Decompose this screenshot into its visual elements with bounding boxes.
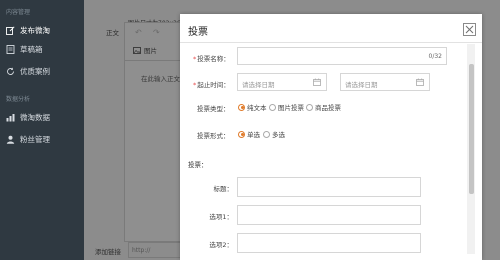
sidebar-item-data[interactable]: 微淘数据 [0,106,84,128]
form-option-multi[interactable]: 多选 [263,129,285,139]
type-option-text[interactable]: 纯文本 [238,102,267,112]
sidebar-section-data: 数据分析 [6,96,31,103]
option-1-input[interactable] [237,205,421,225]
vote-section-title: 投票： [188,161,208,169]
close-icon [465,25,474,34]
radio-unselected[interactable] [306,103,313,111]
chart-icon [6,113,15,122]
close-button[interactable] [463,23,476,36]
draft-icon [6,44,15,54]
dialog-divider [180,42,482,43]
type-option-product[interactable]: 商品投票 [306,102,341,112]
form-option-single[interactable]: 单选 [238,129,260,139]
vote-name-input[interactable]: 0/32 [237,47,447,65]
end-date-placeholder: 请选择日期 [345,81,378,89]
vote-form-label: 投票形式： [197,132,230,140]
option-2-input[interactable] [237,233,421,253]
sidebar-item-fans[interactable]: 粉丝管理 [0,128,84,150]
type-option-label: 图片投票 [278,104,304,112]
start-date-placeholder: 请选择日期 [242,81,275,89]
editor-toolbar: ↶ ↷ 图片 [125,23,181,61]
type-option-label: 商品投票 [315,104,341,112]
option-2-label: 选项2： [209,241,233,249]
undo-icon[interactable]: ↶ [135,28,142,37]
sidebar-item-label: 发布微淘 [20,25,50,35]
radio-selected[interactable] [238,130,245,138]
dialog-scrollbar-thumb[interactable] [469,64,474,194]
question-title-label: 标题： [213,185,234,193]
editor-placeholder: 在此输入正文 [141,75,180,83]
sidebar-item-label: 草稿箱 [20,44,43,54]
end-date-input[interactable]: 请选择日期 [340,73,430,91]
time-range-label-text: 起止时间： [197,81,230,89]
start-date-input[interactable]: 请选择日期 [237,73,327,91]
radio-unselected[interactable] [269,103,276,111]
time-range-label: *起止时间： [193,79,230,89]
required-mark: * [193,55,197,63]
vote-type-label: 投票类型： [197,105,230,113]
user-icon [6,135,15,144]
sidebar-item-label: 优质案例 [20,66,50,76]
radio-unselected[interactable] [263,130,270,138]
option-1-label: 选项1： [209,213,233,221]
sidebar: 内容管理 发布微淘 草稿箱 优质案例 数据分析 微淘数据 粉丝管理 [0,0,84,260]
required-mark: * [193,81,197,89]
sidebar-item-drafts[interactable]: 草稿箱 [0,38,84,60]
add-link-label: 添加链接 [95,248,121,256]
char-counter: 0/32 [428,53,442,60]
sidebar-section-content: 内容管理 [6,9,31,16]
sidebar-item-label: 微淘数据 [20,112,50,122]
vote-name-label-text: 投票名称： [197,55,230,63]
question-title-input[interactable] [237,177,421,197]
type-option-label: 纯文本 [247,104,267,112]
insert-image-label: 图片 [144,47,157,55]
redo-icon[interactable]: ↷ [153,28,160,37]
insert-image-button[interactable]: 图片 [133,45,157,55]
refresh-icon [6,67,15,76]
body-editor[interactable]: ↶ ↷ 图片 在此输入正文 [124,22,182,242]
vote-name-label: *投票名称： [193,53,230,63]
link-input[interactable]: http:// [128,242,184,258]
image-icon [133,46,141,54]
body-label: 正文 [106,29,119,37]
sidebar-item-cases[interactable]: 优质案例 [0,60,84,82]
type-option-image[interactable]: 图片投票 [269,102,304,112]
sidebar-item-label: 粉丝管理 [20,134,50,144]
radio-selected[interactable] [238,103,245,111]
edit-icon [6,25,15,35]
calendar-icon[interactable] [416,78,424,88]
calendar-icon[interactable] [313,78,321,88]
form-option-label: 单选 [247,131,260,139]
form-option-label: 多选 [272,131,285,139]
dialog-title: 投票 [188,27,208,38]
